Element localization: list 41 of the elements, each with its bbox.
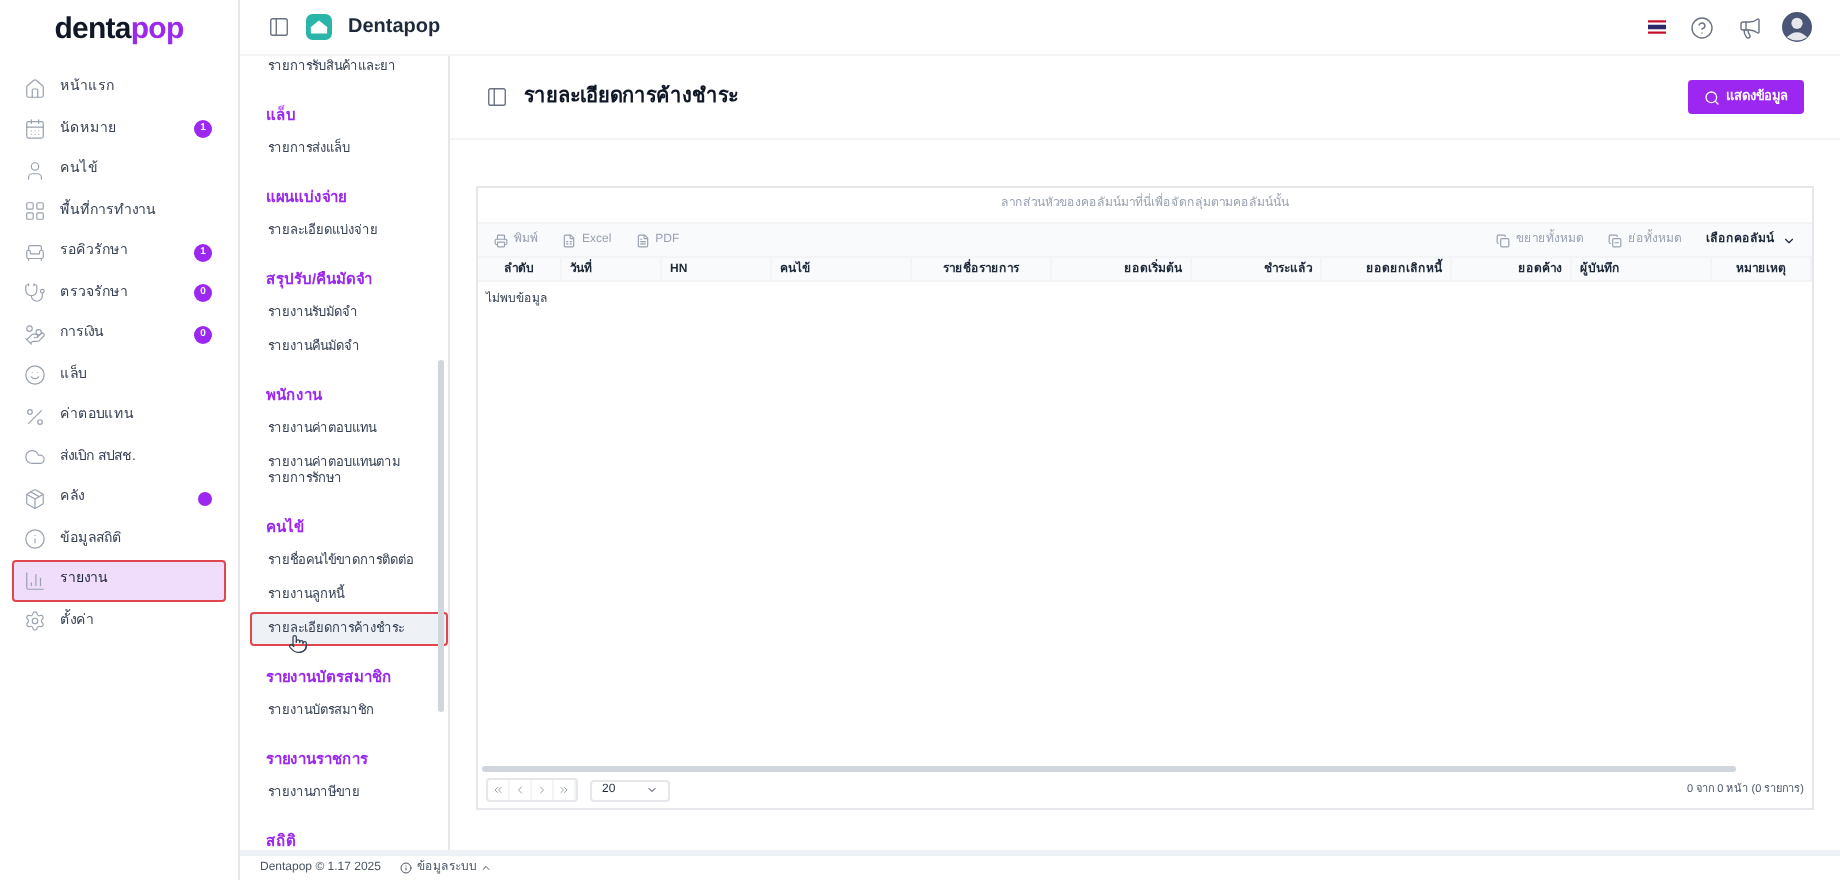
caret-icon <box>480 862 493 874</box>
double-chevron-left-icon <box>492 784 504 796</box>
logo-icon <box>306 14 332 40</box>
double-chevron-right-icon <box>558 784 570 796</box>
sidebar-toggle-icon[interactable] <box>268 16 290 38</box>
caret-icon <box>646 784 658 796</box>
chair-icon <box>24 241 46 264</box>
help-icon[interactable] <box>1690 15 1714 39</box>
copy-minus-icon <box>1608 233 1622 247</box>
avatar-icon[interactable] <box>1782 12 1812 42</box>
chevron-right-icon <box>536 784 548 796</box>
search-icon <box>1704 89 1720 105</box>
chart-icon <box>24 569 46 592</box>
info-icon <box>400 862 413 874</box>
caret-icon <box>1782 233 1796 247</box>
app-title: Dentapop <box>348 14 441 42</box>
stethoscope-icon <box>24 282 46 305</box>
brand-logo: dentapop <box>52 9 186 50</box>
coins-icon <box>24 323 46 346</box>
horizontal-scrollbar[interactable] <box>482 766 1736 772</box>
grid-icon <box>24 200 46 223</box>
panel-icon <box>486 86 508 108</box>
hand-pointer-icon <box>288 634 308 654</box>
box-icon <box>24 487 46 510</box>
home-icon <box>24 77 46 100</box>
copy-icon <box>1496 233 1510 247</box>
scrollbar-thumb[interactable] <box>438 360 444 712</box>
spreadsheet-icon <box>562 233 576 247</box>
percent-icon <box>24 405 46 428</box>
document-icon <box>635 233 650 247</box>
user-icon <box>24 159 46 182</box>
info-icon <box>24 528 46 551</box>
chevron-left-icon <box>514 784 526 796</box>
calendar-icon <box>24 118 46 141</box>
flag-icon[interactable] <box>1648 20 1666 34</box>
settings-icon <box>24 610 46 633</box>
printer-icon <box>494 233 508 247</box>
page-title: รายละเอียดการค้างชำระ <box>524 82 738 112</box>
cloud-icon <box>24 446 46 469</box>
megaphone-icon[interactable] <box>1738 15 1762 39</box>
last-page-button[interactable] <box>554 780 576 800</box>
